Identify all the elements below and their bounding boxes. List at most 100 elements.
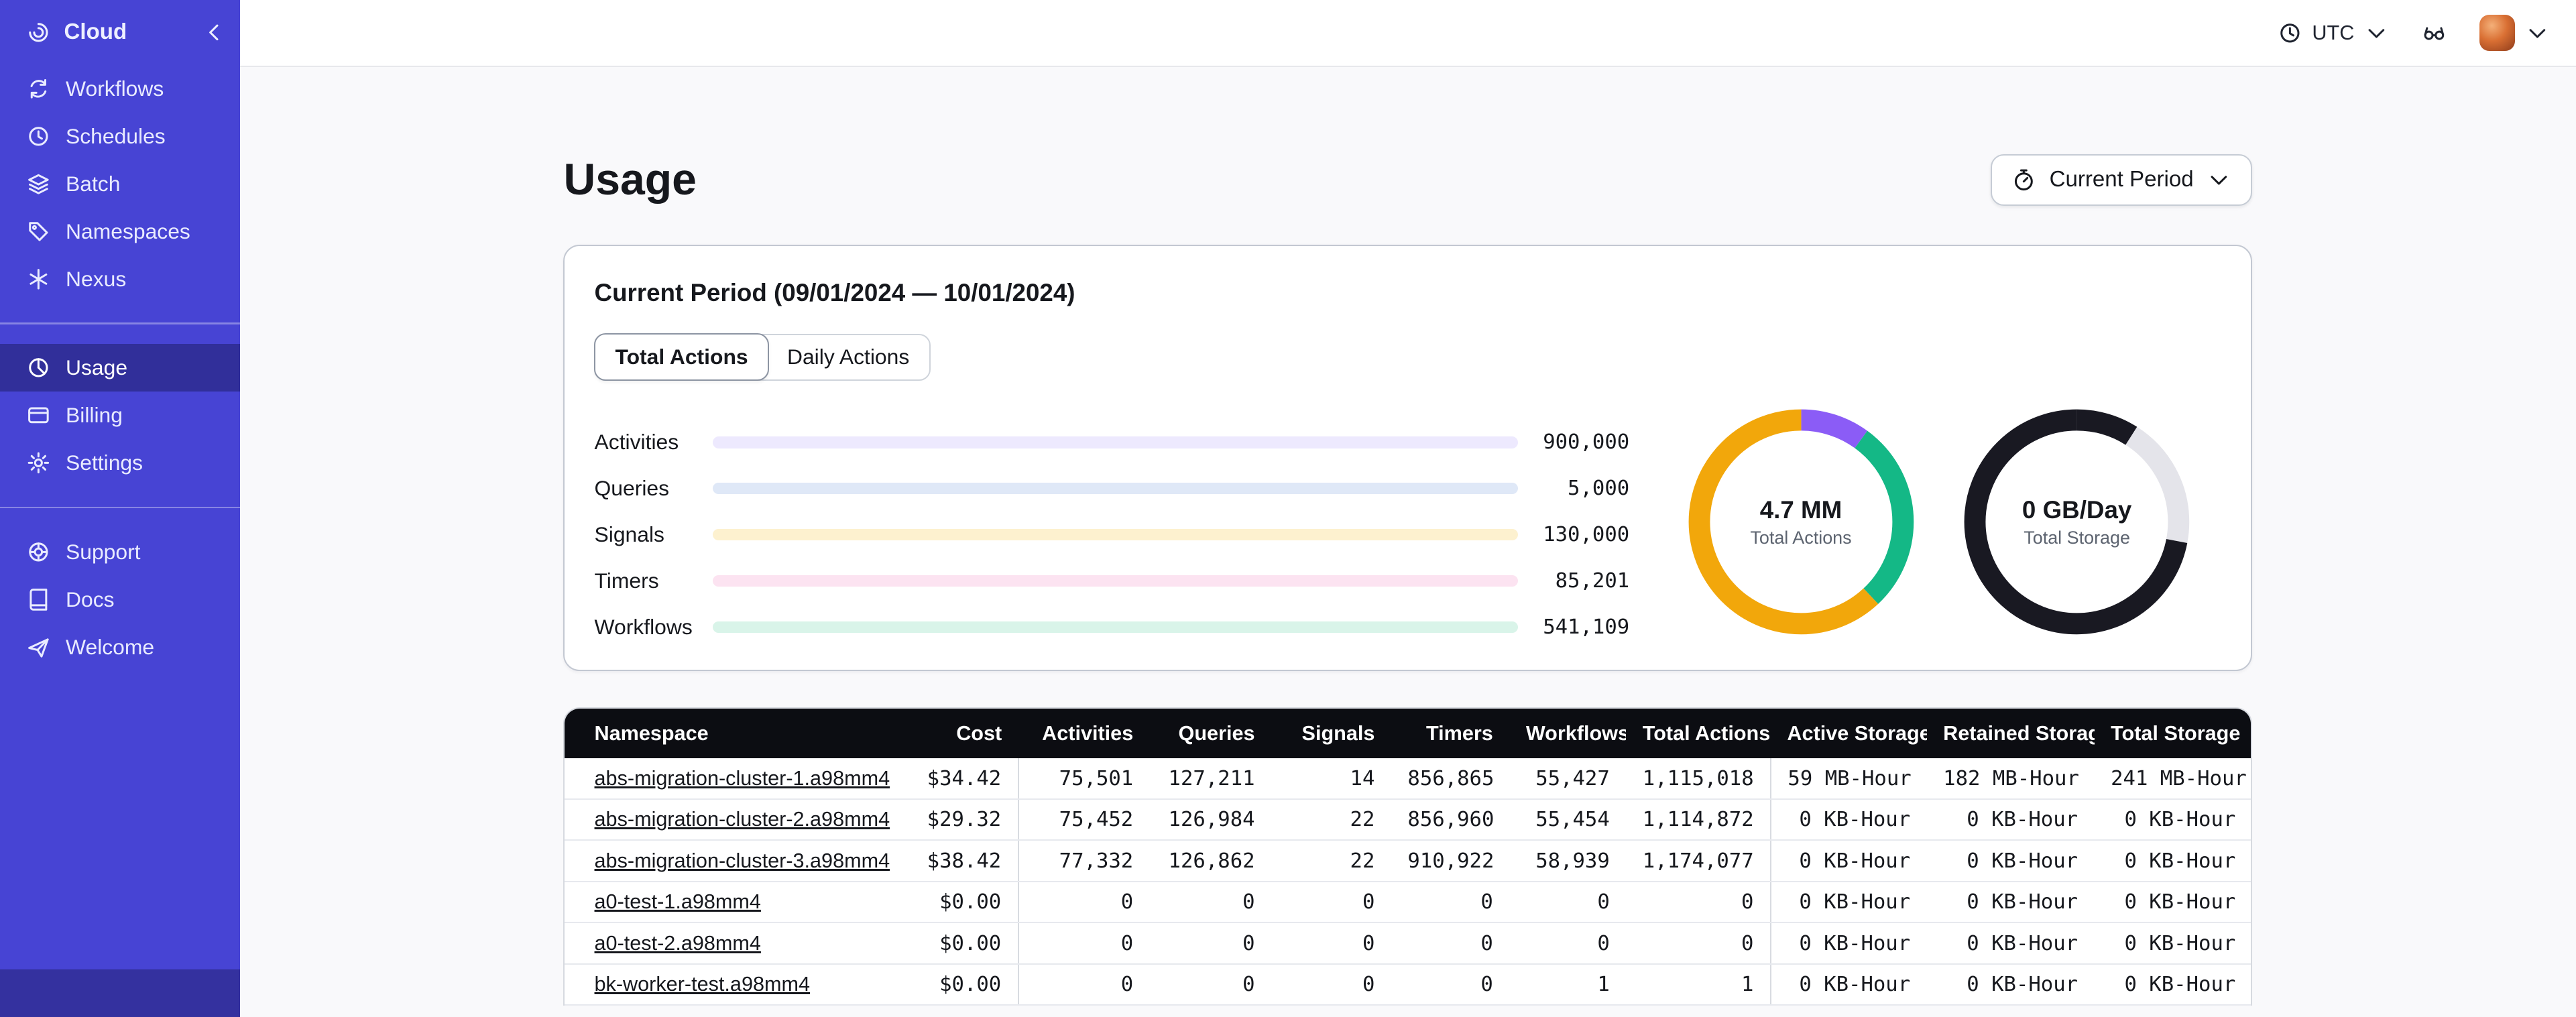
sidebar-item-label: Settings bbox=[66, 451, 143, 475]
donut-total-actions: 4.7 MM Total Actions bbox=[1683, 404, 1920, 640]
namespace-cell: bk-worker-test.a98mm4 bbox=[565, 963, 910, 1006]
avatar[interactable] bbox=[2479, 15, 2516, 52]
donut-label: Total Storage bbox=[2024, 527, 2130, 548]
glasses-icon[interactable] bbox=[2422, 21, 2447, 46]
actions-tabs: Total Actions Daily Actions bbox=[594, 333, 931, 381]
cloud-logo-icon bbox=[26, 20, 51, 45]
bar-track bbox=[712, 621, 1518, 633]
cell-signals: 0 bbox=[1271, 963, 1391, 1006]
cell-retained-storage: 0 KB-Hour bbox=[1926, 881, 2095, 924]
bar-row-activities: Activities 900,000 bbox=[595, 430, 1630, 455]
column-header-total-actions: Total Actions bbox=[1626, 709, 1771, 759]
sidebar-divider bbox=[0, 506, 240, 509]
sidebar-item-billing[interactable]: Billing bbox=[0, 392, 240, 439]
page-title: Usage bbox=[563, 155, 697, 205]
sidebar-item-label: Usage bbox=[66, 355, 128, 380]
column-header-workflows: Workflows bbox=[1509, 709, 1627, 759]
column-header-timers: Timers bbox=[1391, 709, 1510, 759]
stopwatch-icon bbox=[2011, 168, 2036, 192]
cell-workflows: 55,427 bbox=[1509, 758, 1627, 800]
donut-total-storage: 0 GB/Day Total Storage bbox=[1958, 404, 2195, 640]
sidebar-item-label: Billing bbox=[66, 403, 123, 428]
sidebar-item-label: Support bbox=[66, 539, 141, 564]
cell-workflows: 58,939 bbox=[1509, 840, 1627, 882]
namespace-cell: a0-test-1.a98mm4 bbox=[565, 881, 910, 924]
brand-label: Cloud bbox=[64, 19, 127, 45]
bar-label: Queries bbox=[594, 476, 670, 501]
settings-icon bbox=[26, 451, 51, 475]
chevron-down-icon bbox=[2364, 21, 2389, 46]
docs-icon bbox=[26, 587, 51, 612]
chevron-down-icon bbox=[2525, 21, 2550, 46]
cell-active-storage: 0 KB-Hour bbox=[1769, 963, 1927, 1006]
workflows-icon bbox=[26, 76, 51, 101]
sidebar-item-schedules[interactable]: Schedules bbox=[0, 113, 240, 160]
usage-bar-chart: Activities 900,000 Queries 5,000 Signals 130,… bbox=[595, 404, 1630, 640]
bar-track bbox=[712, 575, 1518, 587]
sidebar-item-welcome[interactable]: Welcome bbox=[0, 623, 240, 671]
sidebar-item-docs[interactable]: Docs bbox=[0, 576, 240, 623]
cell-cost: $38.42 bbox=[910, 840, 1018, 882]
usage-summary-card: Current Period (09/01/2024 — 10/01/2024)… bbox=[563, 245, 2253, 672]
cell-workflows: 0 bbox=[1509, 881, 1627, 924]
column-header-retained-storage: Retained Storage bbox=[1926, 709, 2095, 759]
cell-total-actions: 1,174,077 bbox=[1626, 840, 1771, 882]
cell-total-storage: 0 KB-Hour bbox=[2094, 922, 2251, 965]
tab-daily-actions[interactable]: Daily Actions bbox=[768, 335, 929, 379]
cell-total-storage: 0 KB-Hour bbox=[2094, 798, 2251, 841]
bar-label: Signals bbox=[594, 522, 664, 547]
period-selector-button[interactable]: Current Period bbox=[1990, 154, 2253, 206]
topbar: UTC bbox=[239, 0, 2576, 68]
cell-total-actions: 1 bbox=[1626, 963, 1771, 1006]
cell-total-storage: 0 KB-Hour bbox=[2094, 840, 2251, 882]
content: Usage Current Period Current Period (09/… bbox=[240, 67, 2576, 1016]
cell-active-storage: 0 KB-Hour bbox=[1769, 840, 1927, 882]
sidebar-item-usage[interactable]: Usage bbox=[0, 344, 240, 392]
sidebar-item-batch[interactable]: Batch bbox=[0, 160, 240, 208]
cell-signals: 0 bbox=[1271, 881, 1391, 924]
namespace-link[interactable]: abs-migration-cluster-2.a98mm4 bbox=[595, 808, 890, 831]
sidebar-item-support[interactable]: Support bbox=[0, 528, 240, 576]
namespace-cell: a0-test-2.a98mm4 bbox=[565, 922, 910, 965]
sidebar-item-label: Workflows bbox=[66, 76, 164, 101]
sidebar-item-label: Welcome bbox=[66, 634, 155, 659]
cell-cost: $0.00 bbox=[910, 963, 1018, 1006]
cell-cost: $34.42 bbox=[910, 758, 1018, 800]
account-menu[interactable] bbox=[2479, 15, 2550, 52]
cell-total-actions: 0 bbox=[1626, 881, 1771, 924]
cell-queries: 126,862 bbox=[1149, 840, 1272, 882]
cell-queries: 0 bbox=[1149, 963, 1272, 1006]
cell-activities: 75,501 bbox=[1017, 758, 1150, 800]
sidebar-nav-support: Support Docs Welcome bbox=[0, 528, 240, 671]
sidebar-collapse-icon[interactable] bbox=[202, 20, 227, 45]
sidebar-item-label: Nexus bbox=[66, 266, 127, 291]
cell-signals: 14 bbox=[1271, 758, 1391, 800]
cell-signals: 22 bbox=[1271, 798, 1391, 841]
cell-timers: 0 bbox=[1391, 963, 1510, 1006]
cell-active-storage: 0 KB-Hour bbox=[1769, 922, 1927, 965]
namespace-link[interactable]: a0-test-2.a98mm4 bbox=[595, 932, 761, 955]
donut-label: Total Actions bbox=[1750, 527, 1852, 548]
support-icon bbox=[26, 540, 51, 564]
timezone-selector[interactable]: UTC bbox=[2278, 21, 2389, 46]
sidebar-item-nexus[interactable]: Nexus bbox=[0, 255, 240, 303]
bar-label: Timers bbox=[594, 568, 659, 593]
cell-workflows: 0 bbox=[1509, 922, 1627, 965]
table-row: a0-test-1.a98mm4 $0.00 0 0 0 0 0 0 0 KB-Hour 0 KB… bbox=[565, 881, 2251, 924]
namespace-link[interactable]: abs-migration-cluster-1.a98mm4 bbox=[595, 767, 890, 790]
namespace-link[interactable]: bk-worker-test.a98mm4 bbox=[595, 973, 811, 996]
bar-track bbox=[712, 483, 1518, 495]
namespaces-icon bbox=[26, 219, 51, 244]
sidebar-item-workflows[interactable]: Workflows bbox=[0, 65, 240, 113]
bar-value: 900,000 bbox=[1543, 430, 1630, 455]
namespace-link[interactable]: a0-test-1.a98mm4 bbox=[595, 890, 761, 913]
cell-signals: 0 bbox=[1271, 922, 1391, 965]
sidebar-item-namespaces[interactable]: Namespaces bbox=[0, 208, 240, 255]
bar-value: 130,000 bbox=[1543, 523, 1630, 547]
sidebar-item-settings[interactable]: Settings bbox=[0, 439, 240, 487]
tab-total-actions[interactable]: Total Actions bbox=[594, 333, 770, 381]
column-header-active-storage: Active Storage bbox=[1770, 709, 1927, 759]
namespace-link[interactable]: abs-migration-cluster-3.a98mm4 bbox=[595, 849, 890, 872]
billing-icon bbox=[26, 403, 51, 428]
column-header-total-storage: Total Storage bbox=[2094, 709, 2251, 759]
